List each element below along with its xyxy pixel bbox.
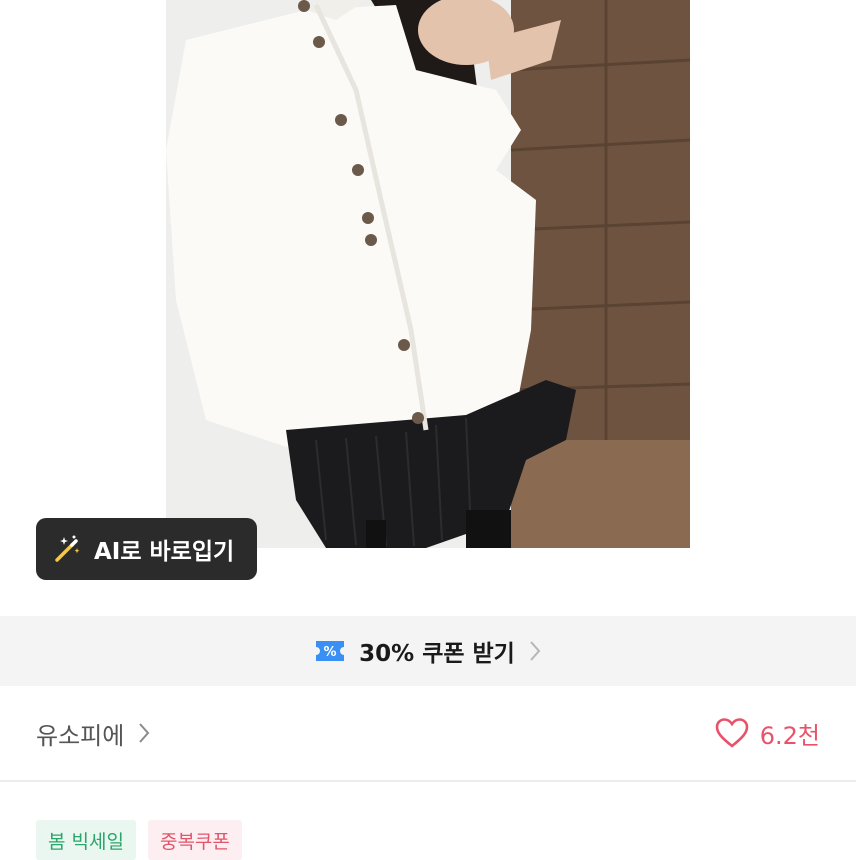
product-image-area[interactable] [0, 0, 856, 548]
heart-icon [714, 717, 750, 749]
ai-try-on-label: AI로 바로입기 [94, 539, 235, 565]
product-photo-illustration [166, 0, 690, 548]
magic-wand-icon [52, 534, 82, 564]
chevron-right-icon [136, 720, 152, 746]
chevron-right-icon [527, 639, 543, 663]
promo-tag: 봄 빅세일 [36, 820, 136, 860]
coupon-label: 30% 쿠폰 받기 [359, 641, 515, 667]
promo-tag: 중복쿠폰 [147, 820, 242, 860]
product-photo[interactable] [166, 0, 690, 548]
promo-tags: 봄 빅세일 중복쿠폰 [36, 820, 242, 860]
store-name: 유소피에 [36, 721, 125, 750]
coupon-ticket-icon: % [313, 638, 347, 664]
ai-try-on-button[interactable]: AI로 바로입기 [36, 518, 257, 580]
like-count: 6.2천 [759, 721, 820, 750]
svg-text:%: % [324, 645, 337, 660]
store-row: 유소피에 6.2천 [0, 686, 856, 782]
store-link[interactable]: 유소피에 [36, 716, 152, 751]
coupon-banner[interactable]: % 30% 쿠폰 받기 [0, 616, 856, 686]
like-button[interactable]: 6.2천 [714, 716, 820, 751]
